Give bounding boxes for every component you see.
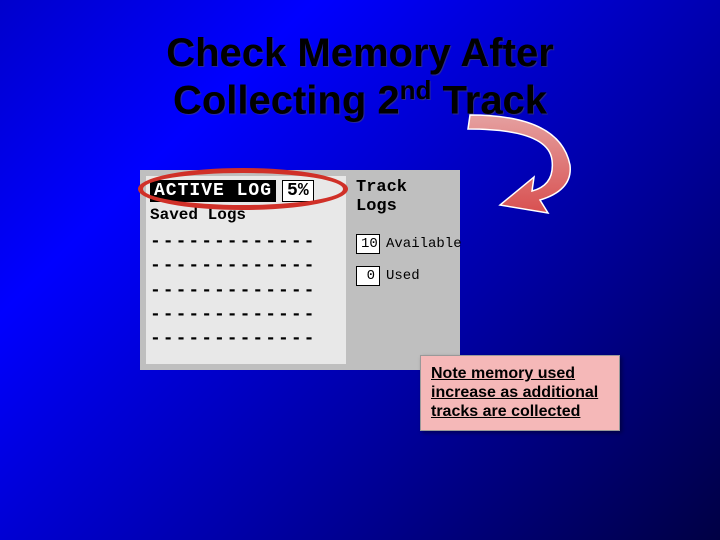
list-item: -------------	[150, 279, 342, 303]
note-callout: Note memory used increase as additional …	[420, 355, 620, 431]
list-item: -------------	[150, 303, 342, 327]
available-row: 10 Available	[356, 234, 454, 254]
saved-logs-label: Saved Logs	[150, 206, 342, 224]
available-value: 10	[356, 234, 380, 254]
active-log-row: ACTIVE LOG 5%	[150, 180, 342, 202]
list-item: -------------	[150, 254, 342, 278]
list-item: -------------	[150, 327, 342, 351]
list-item: -------------	[150, 230, 342, 254]
title-sup: nd	[400, 75, 432, 105]
used-label: Used	[386, 268, 420, 284]
available-label: Available	[386, 236, 462, 252]
curved-arrow-icon	[440, 105, 600, 225]
slide-title: Check Memory After Collecting 2nd Track	[0, 30, 720, 123]
title-line1: Check Memory After	[166, 31, 554, 75]
gps-screenshot: ACTIVE LOG 5% Saved Logs ------------- -…	[140, 170, 460, 370]
gps-left-panel: ACTIVE LOG 5% Saved Logs ------------- -…	[146, 176, 346, 364]
used-value: 0	[356, 266, 380, 286]
used-row: 0 Used	[356, 266, 454, 286]
note-text: Note memory used increase as additional …	[431, 365, 598, 420]
active-log-label: ACTIVE LOG	[150, 180, 276, 202]
active-log-percent: 5%	[282, 180, 314, 202]
title-line2-pre: Collecting 2	[173, 78, 400, 122]
